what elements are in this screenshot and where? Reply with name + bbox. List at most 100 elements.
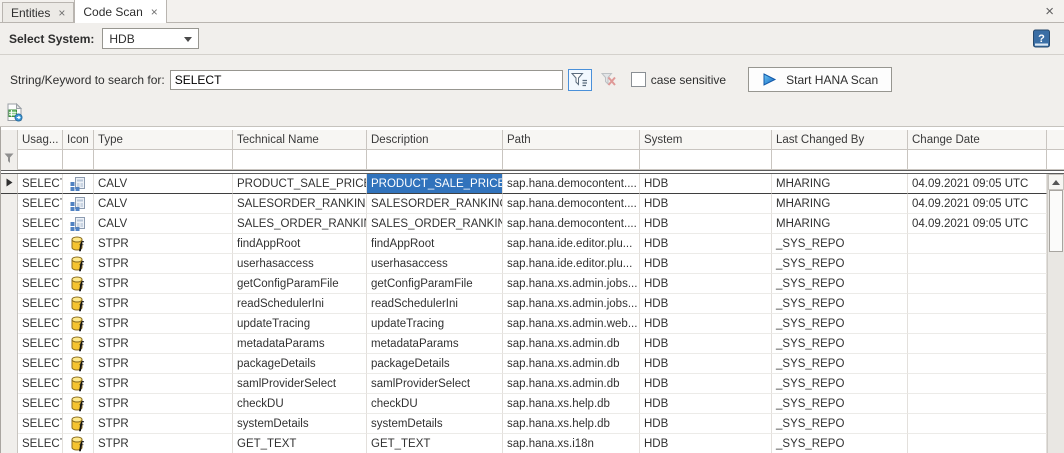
cell-path[interactable]: sap.hana.xs.admin.db xyxy=(503,374,640,394)
cell-last_changed_by[interactable]: _SYS_REPO xyxy=(772,374,908,394)
cell-last_changed_by[interactable]: _SYS_REPO xyxy=(772,434,908,453)
cell-system[interactable]: HDB xyxy=(640,254,772,274)
cell-change_date[interactable] xyxy=(908,434,1047,453)
row-indicator-cell[interactable] xyxy=(1,374,18,394)
column-header-icon[interactable]: Icon xyxy=(63,130,94,150)
cell-usage[interactable]: SELECT xyxy=(18,314,63,334)
cell-path[interactable]: sap.hana.democontent.... xyxy=(503,214,640,234)
row-indicator-cell[interactable] xyxy=(1,294,18,314)
row-indicator-cell[interactable] xyxy=(1,314,18,334)
cell-type[interactable]: STPR xyxy=(94,294,233,314)
cell-last_changed_by[interactable]: MHARING xyxy=(772,214,908,234)
cell-type[interactable]: CALV xyxy=(94,214,233,234)
cell-description[interactable]: updateTracing xyxy=(367,314,503,334)
cell-usage[interactable]: SELECT xyxy=(18,214,63,234)
column-header-usage[interactable]: Usag... xyxy=(18,130,63,150)
cell-change_date[interactable] xyxy=(908,314,1047,334)
cell-change_date[interactable] xyxy=(908,394,1047,414)
cell-type[interactable]: STPR xyxy=(94,314,233,334)
cell-path[interactable]: sap.hana.xs.i18n xyxy=(503,434,640,453)
cell-change_date[interactable] xyxy=(908,374,1047,394)
cell-technical_name[interactable]: userhasaccess xyxy=(233,254,367,274)
cell-system[interactable]: HDB xyxy=(640,414,772,434)
cell-last_changed_by[interactable]: _SYS_REPO xyxy=(772,394,908,414)
filter-cell-system[interactable] xyxy=(640,150,772,170)
cell-technical_name[interactable]: SALESORDER_RANKING... xyxy=(233,194,367,214)
tab-entities-close-icon[interactable]: × xyxy=(58,7,65,19)
cell-system[interactable]: HDB xyxy=(640,274,772,294)
cell-usage[interactable]: SELECT xyxy=(18,414,63,434)
column-header-system[interactable]: System xyxy=(640,130,772,150)
cell-system[interactable]: HDB xyxy=(640,194,772,214)
cell-type[interactable]: STPR xyxy=(94,274,233,294)
cell-usage[interactable]: SELECT xyxy=(18,374,63,394)
cell-description[interactable]: packageDetails xyxy=(367,354,503,374)
cell-path[interactable]: sap.hana.xs.help.db xyxy=(503,394,640,414)
cell-path[interactable]: sap.hana.democontent.... xyxy=(503,174,640,194)
cell-description[interactable]: PRODUCT_SALE_PRICE xyxy=(367,174,503,194)
cell-usage[interactable]: SELECT xyxy=(18,354,63,374)
cell-usage[interactable]: SELECT xyxy=(18,174,63,194)
vertical-scrollbar[interactable] xyxy=(1047,174,1064,453)
cell-icon[interactable]: ƒ xyxy=(63,434,94,453)
cell-type[interactable]: STPR xyxy=(94,434,233,453)
row-indicator-cell[interactable] xyxy=(1,334,18,354)
cell-last_changed_by[interactable]: _SYS_REPO xyxy=(772,354,908,374)
cell-usage[interactable]: SELECT xyxy=(18,334,63,354)
start-hana-scan-button[interactable]: Start HANA Scan xyxy=(748,67,892,92)
row-indicator-cell[interactable] xyxy=(1,274,18,294)
cell-icon[interactable]: ƒ xyxy=(63,354,94,374)
cell-last_changed_by[interactable]: _SYS_REPO xyxy=(772,314,908,334)
row-indicator-cell[interactable] xyxy=(1,174,18,194)
filter-cell-path[interactable] xyxy=(503,150,640,170)
cell-system[interactable]: HDB xyxy=(640,354,772,374)
cell-path[interactable]: sap.hana.ide.editor.plu... xyxy=(503,234,640,254)
row-indicator-cell[interactable] xyxy=(1,434,18,453)
cell-icon[interactable]: ƒ xyxy=(63,274,94,294)
cell-technical_name[interactable]: SALES_ORDER_RANKIN... xyxy=(233,214,367,234)
row-indicator-cell[interactable] xyxy=(1,234,18,254)
cell-path[interactable]: sap.hana.ide.editor.plu... xyxy=(503,254,640,274)
cell-description[interactable]: getConfigParamFile xyxy=(367,274,503,294)
row-indicator-cell[interactable] xyxy=(1,194,18,214)
filter-cell-usage[interactable] xyxy=(18,150,63,170)
cell-usage[interactable]: SELECT xyxy=(18,194,63,214)
cell-path[interactable]: sap.hana.xs.admin.jobs... xyxy=(503,294,640,314)
cell-technical_name[interactable]: packageDetails xyxy=(233,354,367,374)
cell-icon[interactable]: ƒ xyxy=(63,334,94,354)
column-header-last_changed_by[interactable]: Last Changed By xyxy=(772,130,908,150)
row-indicator-cell[interactable] xyxy=(1,394,18,414)
cell-icon[interactable] xyxy=(63,214,94,234)
column-header-technical_name[interactable]: Technical Name xyxy=(233,130,367,150)
scrollbar-thumb[interactable] xyxy=(1049,190,1063,252)
cell-change_date[interactable] xyxy=(908,254,1047,274)
cell-technical_name[interactable]: checkDU xyxy=(233,394,367,414)
cell-type[interactable]: STPR xyxy=(94,374,233,394)
search-input[interactable] xyxy=(170,70,563,90)
cell-path[interactable]: sap.hana.xs.admin.jobs... xyxy=(503,274,640,294)
cell-last_changed_by[interactable]: _SYS_REPO xyxy=(772,414,908,434)
cell-technical_name[interactable]: GET_TEXT xyxy=(233,434,367,453)
cell-description[interactable]: metadataParams xyxy=(367,334,503,354)
cell-type[interactable]: STPR xyxy=(94,254,233,274)
cell-type[interactable]: STPR xyxy=(94,334,233,354)
cell-last_changed_by[interactable]: _SYS_REPO xyxy=(772,234,908,254)
export-excel-button[interactable] xyxy=(5,103,24,122)
cell-technical_name[interactable]: updateTracing xyxy=(233,314,367,334)
cell-usage[interactable]: SELECT xyxy=(18,434,63,453)
cell-change_date[interactable] xyxy=(908,414,1047,434)
row-indicator-cell[interactable] xyxy=(1,414,18,434)
cell-description[interactable]: samlProviderSelect xyxy=(367,374,503,394)
cell-description[interactable]: GET_TEXT xyxy=(367,434,503,453)
cell-description[interactable]: SALESORDER_RANKING... xyxy=(367,194,503,214)
column-header-description[interactable]: Description xyxy=(367,130,503,150)
cell-system[interactable]: HDB xyxy=(640,434,772,453)
cell-description[interactable]: systemDetails xyxy=(367,414,503,434)
row-indicator-cell[interactable] xyxy=(1,354,18,374)
cell-change_date[interactable] xyxy=(908,334,1047,354)
cell-system[interactable]: HDB xyxy=(640,334,772,354)
cell-change_date[interactable] xyxy=(908,274,1047,294)
cell-path[interactable]: sap.hana.democontent.... xyxy=(503,194,640,214)
cell-icon[interactable]: ƒ xyxy=(63,234,94,254)
cell-system[interactable]: HDB xyxy=(640,214,772,234)
